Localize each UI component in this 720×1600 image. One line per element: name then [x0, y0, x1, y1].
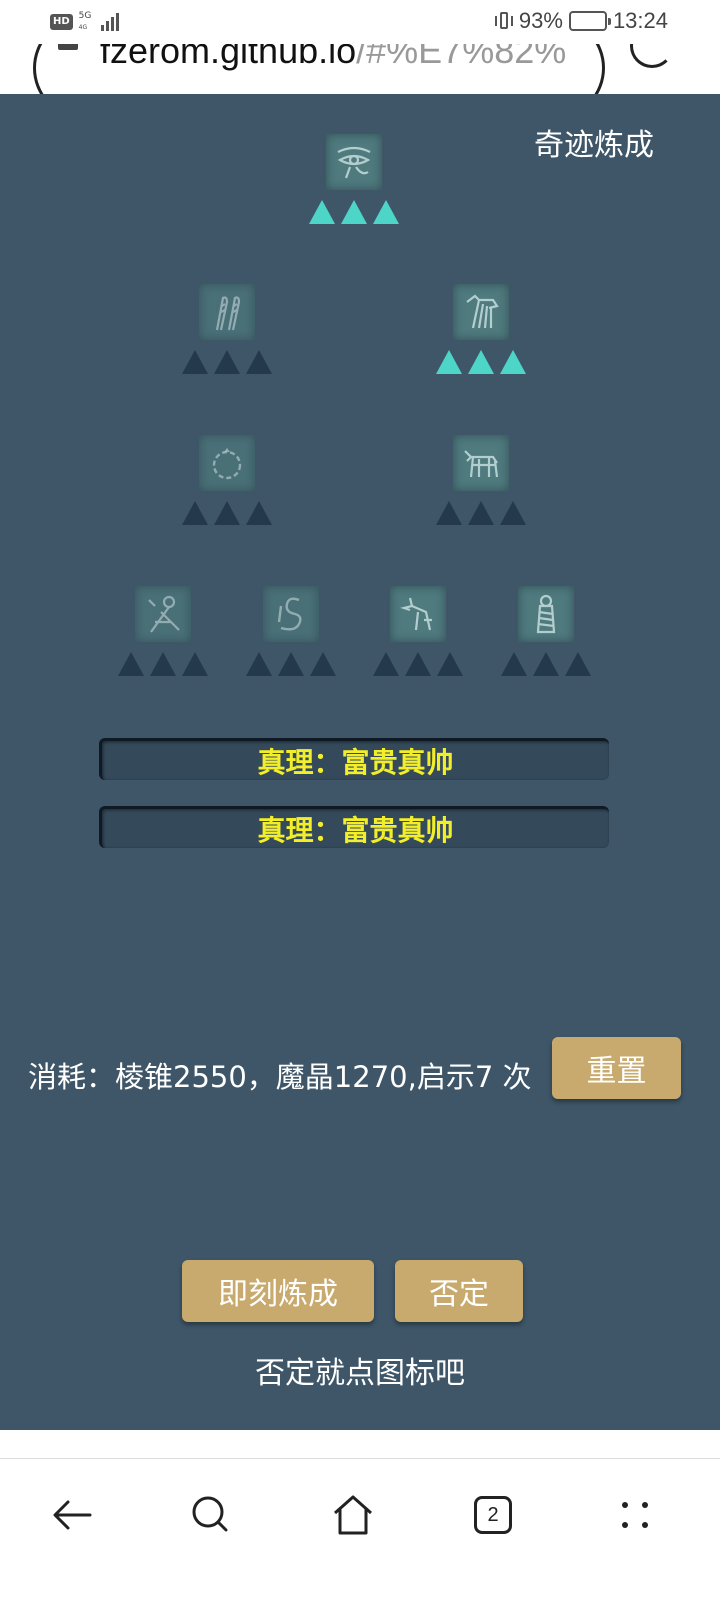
status-bar: HD 5G 4G 93% 13:24	[0, 0, 720, 44]
tabs-count: 2	[474, 1496, 512, 1534]
battery-icon	[568, 11, 611, 31]
eye-of-horus-icon[interactable]	[326, 134, 382, 190]
network-type: 5G 4G	[78, 11, 92, 32]
serpent-icon[interactable]	[263, 586, 319, 642]
level-indicator	[501, 652, 591, 676]
ring-icon[interactable]	[199, 435, 255, 491]
level-indicator	[182, 501, 272, 525]
status-right: 93% 13:24	[494, 8, 668, 34]
glyph-node-eye[interactable]	[294, 134, 414, 224]
level-indicator	[373, 652, 463, 676]
staff-icon[interactable]	[135, 586, 191, 642]
glyph-node-feathers[interactable]	[167, 284, 287, 374]
page-title: 奇迹炼成	[534, 128, 654, 163]
url-bar[interactable]: fzerom.github.io/#%E7%82%	[0, 44, 720, 94]
level-indicator	[246, 652, 336, 676]
browser-nav-bar: 2	[0, 1458, 720, 1600]
battery-percent: 93%	[518, 8, 563, 33]
feathers-icon[interactable]	[199, 284, 255, 340]
glyph-node-bull[interactable]	[421, 435, 541, 525]
clock: 13:24	[612, 8, 668, 33]
reset-button[interactable]: 重置	[552, 1037, 681, 1099]
glyph-node-anubis[interactable]	[358, 586, 478, 676]
glyph-node-staff[interactable]	[103, 586, 223, 676]
search-icon	[192, 1496, 228, 1532]
level-indicator	[436, 350, 526, 374]
mummy-icon[interactable]	[518, 586, 574, 642]
cost-text: 消耗：棱锥2550，魔晶1270,启示7 次	[28, 1060, 532, 1094]
vibrate-icon	[494, 10, 513, 32]
game-area: 奇迹炼成 真理：富贵真帅 真理：富贵真帅 消耗：棱锥2550，魔晶1270,启示…	[0, 94, 720, 1430]
more-icon	[622, 1502, 648, 1528]
home-icon	[334, 1495, 372, 1535]
reload-icon[interactable]	[630, 44, 674, 68]
back-arrow-icon	[53, 1500, 92, 1530]
signal-icon	[100, 13, 119, 31]
tabs-button[interactable]: 2	[465, 1487, 521, 1543]
search-button[interactable]	[183, 1487, 239, 1543]
hd-icon: HD	[50, 14, 73, 30]
craft-now-button[interactable]: 即刻炼成	[182, 1260, 374, 1322]
glyph-node-mummy[interactable]	[486, 586, 606, 676]
glyph-node-serpent[interactable]	[231, 586, 351, 676]
level-indicator	[309, 200, 399, 224]
back-button[interactable]	[44, 1487, 100, 1543]
more-button[interactable]	[607, 1487, 663, 1543]
lock-icon	[58, 44, 78, 50]
level-indicator	[118, 652, 208, 676]
truth-display-1: 真理：富贵真帅	[99, 738, 609, 780]
status-left: HD 5G 4G	[50, 12, 119, 32]
jackal-head-icon[interactable]	[453, 284, 509, 340]
url-text[interactable]: fzerom.github.io/#%E7%82%	[100, 44, 566, 72]
hint-text: 否定就点图标吧	[255, 1356, 465, 1391]
truth-display-2: 真理：富贵真帅	[99, 806, 609, 848]
level-indicator	[436, 501, 526, 525]
level-indicator	[182, 350, 272, 374]
home-button[interactable]	[325, 1487, 381, 1543]
glyph-node-jackal[interactable]	[421, 284, 541, 374]
glyph-node-ring[interactable]	[167, 435, 287, 525]
bull-icon[interactable]	[453, 435, 509, 491]
deny-button[interactable]: 否定	[395, 1260, 523, 1322]
anubis-icon[interactable]	[390, 586, 446, 642]
